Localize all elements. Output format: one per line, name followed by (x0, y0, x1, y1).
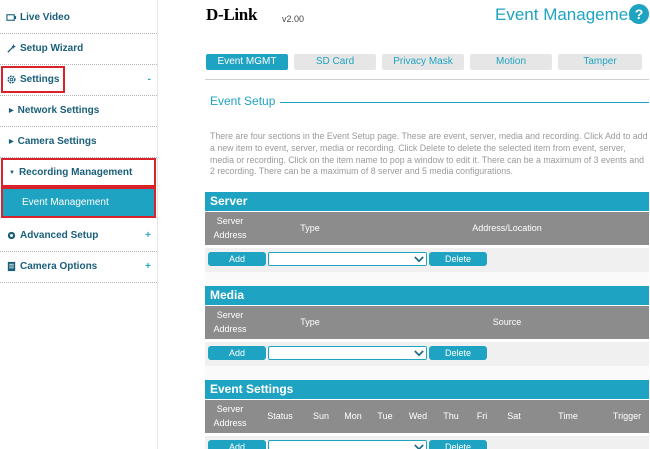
spacer (205, 366, 649, 380)
event-delete-button[interactable]: Delete (429, 440, 487, 449)
sidebar-item-advanced-setup[interactable]: Advanced Setup + (0, 220, 157, 251)
expand-toggle[interactable]: + (145, 230, 151, 241)
media-add-button[interactable]: Add (208, 346, 266, 360)
sidebar-item-label: Camera Options (20, 261, 98, 272)
media-delete-button[interactable]: Delete (429, 346, 487, 360)
chevron-down-icon (412, 253, 426, 265)
highlight-box (1, 158, 156, 187)
sidebar-item-label: Network Settings (17, 105, 100, 116)
sidebar-item-label: Camera Settings (17, 136, 97, 147)
collapse-toggle[interactable]: - (148, 74, 151, 85)
column-header: Time (558, 411, 578, 421)
sidebar-item-label: Setup Wizard (20, 43, 84, 54)
event-settings-action-row: Add Delete (205, 436, 649, 449)
sidebar: Live Video Setup Wizard Settings - ▶ Net… (0, 0, 158, 449)
cog-advanced-icon (4, 229, 18, 243)
tab-privacy-mask[interactable]: Privacy Mask (382, 54, 464, 70)
column-header: Fri (476, 411, 488, 421)
column-header: Sun (312, 411, 329, 421)
event-settings-column-headers: Server Address Status Sun Mon Tue Wed Th… (205, 400, 649, 433)
page-title: Event Management (495, 5, 643, 24)
event-settings-section-header: Event Settings (205, 380, 649, 399)
sidebar-item-network-settings[interactable]: ▶ Network Settings (0, 95, 157, 126)
chevron-down-icon (412, 347, 426, 359)
chevron-down-icon (412, 441, 426, 449)
highlight-box (1, 66, 65, 93)
media-select[interactable] (268, 346, 427, 360)
column-header: Thu (443, 411, 459, 421)
video-icon (4, 11, 18, 25)
column-header: Address/Location (472, 223, 542, 233)
help-icon[interactable]: ? (629, 4, 649, 24)
divider (280, 102, 649, 103)
highlight-box (1, 187, 156, 218)
wand-icon (4, 42, 18, 56)
media-section-header: Media (205, 286, 649, 305)
media-action-row: Add Delete (205, 342, 649, 366)
server-select[interactable] (268, 252, 427, 266)
divider (205, 79, 649, 80)
column-header: Wed (408, 411, 428, 421)
server-add-button[interactable]: Add (208, 252, 266, 266)
event-add-button[interactable]: Add (208, 440, 266, 449)
sidebar-item-camera-settings[interactable]: ▶ Camera Settings (0, 126, 157, 157)
tab-tamper[interactable]: Tamper (558, 54, 642, 70)
column-header: Type (300, 317, 320, 327)
column-header: Tue (377, 411, 393, 421)
column-header: Mon (344, 411, 362, 421)
column-header: Sat (507, 411, 521, 421)
server-action-row: Add Delete (205, 248, 649, 272)
sidebar-item-label: Advanced Setup (20, 230, 99, 241)
column-header: Server Address (213, 310, 247, 334)
tab-event-mgmt[interactable]: Event MGMT (206, 54, 288, 70)
spacer (205, 272, 649, 286)
column-header: Server Address (213, 216, 247, 240)
doc-icon (4, 260, 18, 274)
server-section-header: Server (205, 192, 649, 211)
column-header: Status (267, 411, 293, 421)
section-title: Event Setup (210, 94, 276, 108)
tab-sd-card[interactable]: SD Card (294, 54, 376, 70)
media-column-headers: Server Address Type Source (205, 306, 649, 339)
column-header: Trigger (612, 411, 642, 421)
version-label: v2.00 (282, 14, 305, 24)
arrow-right-icon: ▶ (9, 139, 14, 145)
sidebar-item-label: Live Video (20, 12, 70, 23)
brand-logo: D-Link (206, 5, 258, 24)
tab-motion[interactable]: Motion (470, 54, 552, 70)
sidebar-item-setup-wizard[interactable]: Setup Wizard (0, 33, 157, 64)
column-header: Source (492, 317, 522, 327)
event-select[interactable] (268, 440, 427, 449)
sidebar-item-camera-options[interactable]: Camera Options + (0, 251, 157, 282)
expand-toggle[interactable]: + (145, 261, 151, 272)
sidebar-item-live-video[interactable]: Live Video (0, 2, 157, 33)
column-header: Server Address (213, 404, 247, 428)
column-header: Type (300, 223, 320, 233)
arrow-right-icon: ▶ (9, 108, 14, 114)
server-column-headers: Server Address Type Address/Location (205, 212, 649, 245)
server-delete-button[interactable]: Delete (429, 252, 487, 266)
description-text: There are four sections in the Event Set… (210, 131, 648, 177)
